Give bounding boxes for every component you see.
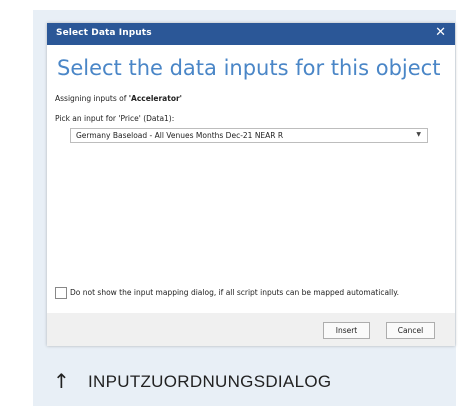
assigning-prefix: Assigning inputs of [55,94,129,103]
section-banner-title: INPUTZUORDNUNGSDIALOG [88,372,332,391]
assigning-object-name: 'Accelerator' [128,94,182,103]
pick-input-label: Pick an input for 'Price' (Data1): [55,114,175,123]
dialog-title: Select Data Inputs [56,28,152,38]
select-data-inputs-dialog: Select Data Inputs ✕ Select the data inp… [47,23,455,346]
data-input-select-value: Germany Baseload - All Venues Months Dec… [76,131,284,140]
insert-button[interactable]: Insert [323,322,370,339]
assigning-inputs-text: Assigning inputs of 'Accelerator' [55,94,182,103]
dialog-titlebar: Select Data Inputs ✕ [47,23,455,45]
arrow-up-icon: ↑ [53,369,70,393]
dialog-heading: Select the data inputs for this object [57,56,441,80]
auto-map-checkbox-label[interactable]: Do not show the input mapping dialog, if… [70,288,399,297]
chevron-down-icon[interactable]: ▼ [416,131,421,138]
page: Select Data Inputs ✕ Select the data inp… [0,0,458,406]
auto-map-checkbox[interactable] [55,287,67,299]
close-icon[interactable]: ✕ [435,25,446,41]
dialog-footer: Insert Cancel [47,313,455,346]
data-input-select[interactable]: Germany Baseload - All Venues Months Dec… [70,128,428,143]
cancel-button[interactable]: Cancel [386,322,435,339]
section-banner[interactable]: ↑ INPUTZUORDNUNGSDIALOG [33,360,456,406]
